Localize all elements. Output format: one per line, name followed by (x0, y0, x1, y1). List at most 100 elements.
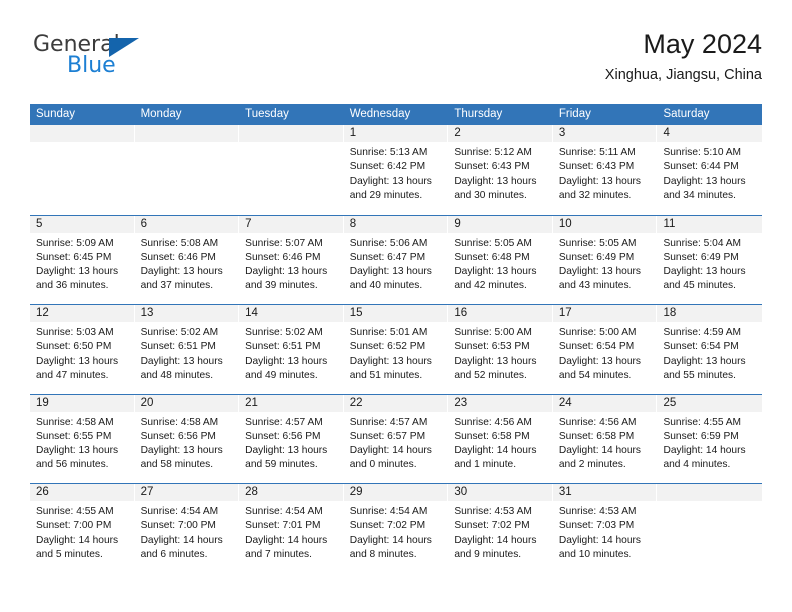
day-detail-line: and 9 minutes. (454, 548, 522, 560)
day-cell[interactable]: 18 Sunrise: 4:59 AM Sunset: 6:54 PM Dayligh… (657, 305, 763, 394)
day-cell[interactable]: 12 Sunrise: 5:03 AM Sunset: 6:50 PM Dayligh… (30, 305, 135, 394)
day-detail-line: Sunset: 6:48 PM (454, 251, 530, 263)
day-number: 30 (454, 486, 468, 498)
day-detail-line: and 47 minutes. (36, 369, 109, 381)
day-number: 19 (36, 396, 49, 409)
day-cell[interactable]: 4 Sunrise: 5:10 AM Sunset: 6:44 PM Daylight… (657, 125, 763, 215)
day-cell[interactable]: 6 Sunrise: 5:08 AM Sunset: 6:46 PM Daylight… (134, 215, 240, 304)
day-number-strip: 13 (134, 305, 240, 322)
day-detail-line: Daylight: 13 hours (140, 266, 223, 278)
day-number: 23 (454, 396, 468, 409)
day-detail-line: Sunrise: 5:04 AM (663, 237, 742, 249)
day-cell[interactable]: 1 Sunrise: 5:13 AM Sunset: 6:42 PM Daylight… (343, 125, 449, 215)
day-cell[interactable]: 14 Sunrise: 5:02 AM Sunset: 6:51 PM Dayligh… (239, 305, 344, 394)
day-number-strip (134, 125, 240, 142)
day-cell[interactable]: 28 Sunrise: 4:54 AM Sunset: 7:01 PM Dayligh… (239, 484, 344, 573)
day-number-strip: 7 (239, 215, 344, 233)
day-cell[interactable]: 2 Sunrise: 5:12 AM Sunset: 6:43 PM Daylight… (448, 125, 553, 215)
day-cell[interactable]: 20 Sunrise: 4:58 AM Sunset: 6:56 PM Dayligh… (134, 394, 240, 483)
day-details: Sunrise: 4:56 AM Sunset: 6:58 PM Daylight:… (448, 412, 553, 473)
day-detail-line: Sunrise: 5:08 AM (140, 237, 219, 249)
day-cell[interactable]: 9 Sunrise: 5:05 AM Sunset: 6:48 PM Daylight… (448, 215, 553, 304)
day-details: Sunrise: 5:01 AM Sunset: 6:52 PM Daylight:… (344, 322, 449, 383)
day-cell[interactable]: 8 Sunrise: 5:06 AM Sunset: 6:47 PM Daylight… (343, 215, 449, 304)
day-detail-line: Daylight: 13 hours (349, 355, 432, 367)
day-detail-line: and 48 minutes. (140, 369, 214, 381)
day-cell[interactable]: 21 Sunrise: 4:57 AM Sunset: 6:56 PM Dayligh… (239, 394, 344, 483)
day-detail-line: and 36 minutes. (36, 280, 109, 292)
general-blue-logo[interactable]: General Blue (33, 32, 213, 88)
day-detail-line: Sunset: 7:02 PM (454, 520, 530, 532)
day-details: Sunrise: 5:05 AM Sunset: 6:49 PM Daylight:… (553, 233, 658, 294)
day-detail-line: Sunset: 7:03 PM (558, 520, 635, 532)
day-cell[interactable]: 22 Sunrise: 4:57 AM Sunset: 6:57 PM Dayligh… (343, 394, 449, 483)
day-details: Sunrise: 4:57 AM Sunset: 6:56 PM Daylight:… (239, 412, 344, 473)
day-details: Sunrise: 5:05 AM Sunset: 6:48 PM Daylight:… (448, 233, 553, 294)
day-cell[interactable]: 15 Sunrise: 5:01 AM Sunset: 6:52 PM Dayligh… (343, 305, 449, 394)
week-cells: 1 Sunrise: 5:13 AM Sunset: 6:42 PM Daylight… (30, 125, 763, 215)
day-detail-line: Daylight: 14 hours (36, 534, 119, 546)
day-detail-line: Sunrise: 5:10 AM (663, 147, 742, 158)
day-detail-line: Sunset: 6:47 PM (349, 251, 426, 263)
day-details: Sunrise: 4:58 AM Sunset: 6:56 PM Daylight:… (135, 412, 240, 473)
day-details: Sunrise: 4:55 AM Sunset: 7:00 PM Daylight:… (30, 501, 135, 562)
calendar-weeks: 1 Sunrise: 5:13 AM Sunset: 6:42 PM Daylight… (30, 125, 763, 573)
day-cell[interactable]: 30 Sunrise: 4:53 AM Sunset: 7:02 PM Dayligh… (448, 484, 553, 573)
day-detail-line: Sunrise: 5:13 AM (349, 147, 428, 158)
day-cell[interactable]: 27 Sunrise: 4:54 AM Sunset: 7:00 PM Dayligh… (134, 484, 240, 573)
day-detail-line: Daylight: 13 hours (558, 355, 642, 367)
day-detail-line: Daylight: 14 hours (349, 534, 432, 546)
day-cell[interactable]: 25 Sunrise: 4:55 AM Sunset: 6:59 PM Dayligh… (657, 394, 763, 483)
day-detail-line: and 45 minutes. (663, 280, 736, 292)
page-title: May 2024 (643, 29, 762, 59)
day-cell[interactable]: 19 Sunrise: 4:58 AM Sunset: 6:55 PM Dayligh… (30, 394, 135, 483)
day-detail-line: and 51 minutes. (349, 369, 423, 381)
day-cell[interactable]: 13 Sunrise: 5:02 AM Sunset: 6:51 PM Dayligh… (134, 305, 240, 394)
day-number-strip: 12 (30, 305, 135, 322)
day-detail-line: Daylight: 14 hours (454, 534, 537, 546)
day-cell[interactable]: 17 Sunrise: 5:00 AM Sunset: 6:54 PM Dayligh… (552, 305, 658, 394)
day-number: 27 (140, 486, 154, 498)
day-number: 4 (663, 127, 670, 139)
day-detail-line: Sunset: 6:43 PM (558, 161, 635, 173)
day-detail-line: Sunset: 6:42 PM (349, 161, 426, 173)
day-number-strip: 6 (134, 215, 240, 233)
day-cell[interactable]: 16 Sunrise: 5:00 AM Sunset: 6:53 PM Dayligh… (448, 305, 553, 394)
day-detail-line: Sunset: 6:56 PM (140, 430, 216, 442)
day-cell[interactable]: 7 Sunrise: 5:07 AM Sunset: 6:46 PM Daylight… (239, 215, 344, 304)
day-detail-line: Daylight: 13 hours (245, 355, 328, 367)
day-cell[interactable]: 26 Sunrise: 4:55 AM Sunset: 7:00 PM Dayligh… (30, 484, 135, 573)
day-detail-line: Daylight: 13 hours (558, 266, 642, 278)
day-number-strip: 22 (343, 394, 449, 412)
day-detail-line: Daylight: 13 hours (140, 445, 223, 457)
day-cell[interactable]: 10 Sunrise: 5:05 AM Sunset: 6:49 PM Dayligh… (552, 215, 658, 304)
day-number-strip: 3 (552, 125, 658, 142)
day-detail-line: Daylight: 13 hours (140, 355, 223, 367)
day-number-strip: 11 (657, 215, 763, 233)
day-cell[interactable]: 11 Sunrise: 5:04 AM Sunset: 6:49 PM Dayligh… (657, 215, 763, 304)
day-detail-line: Daylight: 13 hours (245, 266, 328, 278)
day-cell[interactable]: 24 Sunrise: 4:56 AM Sunset: 6:58 PM Dayligh… (552, 394, 658, 483)
day-detail-line: and 29 minutes. (349, 189, 423, 201)
day-number-strip: 4 (657, 125, 763, 142)
day-detail-line: and 8 minutes. (349, 548, 417, 560)
day-number: 24 (558, 396, 572, 409)
day-cell[interactable]: 3 Sunrise: 5:11 AM Sunset: 6:43 PM Daylight… (552, 125, 658, 215)
week-cells: 12 Sunrise: 5:03 AM Sunset: 6:50 PM Dayligh… (30, 305, 763, 394)
day-cell[interactable]: 23 Sunrise: 4:56 AM Sunset: 6:58 PM Dayligh… (448, 394, 553, 483)
day-detail-line: Sunrise: 4:54 AM (245, 506, 323, 517)
day-detail-line: and 7 minutes. (245, 548, 312, 560)
day-number-strip: 21 (239, 394, 344, 412)
day-number: 16 (454, 307, 468, 319)
day-number-strip: 29 (343, 484, 449, 501)
day-number-strip (239, 125, 344, 142)
day-detail-line: Sunrise: 5:09 AM (36, 237, 114, 249)
weekday-header-sunday: Sunday (36, 108, 76, 120)
day-cell[interactable]: 29 Sunrise: 4:54 AM Sunset: 7:02 PM Dayligh… (343, 484, 449, 573)
day-cell[interactable]: 5 Sunrise: 5:09 AM Sunset: 6:45 PM Daylight… (30, 215, 135, 304)
day-cell[interactable]: 31 Sunrise: 4:53 AM Sunset: 7:03 PM Dayligh… (552, 484, 658, 573)
day-detail-line: Sunrise: 4:56 AM (558, 416, 637, 428)
day-detail-line: and 42 minutes. (454, 280, 527, 292)
day-cell-empty (30, 125, 135, 215)
day-detail-line: Sunset: 6:54 PM (558, 341, 635, 353)
